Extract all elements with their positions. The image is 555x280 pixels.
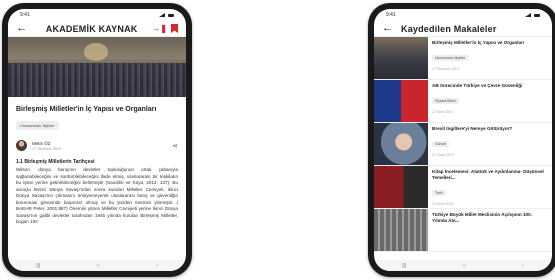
un-emblem-graphic: [84, 43, 108, 61]
bookmark-icon[interactable]: [171, 24, 178, 33]
appbar-actions: →❚: [152, 24, 178, 33]
status-bar: 9:41: [8, 9, 186, 21]
recent-apps-button[interactable]: |||: [402, 263, 406, 269]
category-tag[interactable]: Uluslararası İlişkiler: [16, 121, 59, 131]
status-time: 9:41: [386, 12, 396, 18]
battery-icon: [168, 13, 174, 17]
list-item[interactable]: Brexit İngiltere'yi Nereye Götürüyor? Gü…: [374, 123, 552, 166]
system-back-button[interactable]: ‹: [156, 263, 158, 269]
card-tag: Güncel: [432, 140, 450, 147]
section-heading: 1.1 Birleşmiş Milletlerin Tarihçesi: [16, 159, 95, 166]
battery-icon: [534, 13, 540, 17]
app-title: Kaydedilen Makaleler: [401, 23, 497, 34]
card-body: Türkiye Büyük Millet Meclisinin Açılışın…: [428, 209, 552, 251]
list-item[interactable]: Birleşmiş Milletler'in İç Yapısı ve Orga…: [374, 37, 552, 80]
phone-saved: 9:41 ← Kaydedilen Makaleler Birleşmiş Mi…: [368, 3, 555, 277]
list-item[interactable]: Türkiye Büyük Millet Meclisinin Açılışın…: [374, 209, 552, 252]
card-date: 27 Ocak 2019: [432, 152, 454, 157]
status-icons: [159, 13, 174, 17]
card-title: Birleşmiş Milletler'in İç Yapısı ve Orga…: [432, 40, 525, 45]
card-tag: Siyasal Bilimi: [432, 97, 459, 104]
signal-icon: [159, 13, 165, 17]
article-thumbnail: [374, 80, 428, 122]
card-title: Brexit İngiltere'yi Nereye Götürüyor?: [432, 126, 513, 131]
article-body: Wilson, dünya barışının devletler toplul…: [16, 167, 178, 225]
system-back-button[interactable]: ‹: [522, 263, 524, 269]
card-body: Kitap İncelemesi: Atatürk ve Aydınlanma-…: [428, 166, 552, 208]
recent-apps-button[interactable]: |||: [36, 263, 40, 269]
list-item[interactable]: AB Sürecinde Türkiye ve Çevre Güvenliği …: [374, 80, 552, 123]
author-meta: Metin ÖZ 17 Temmuz 2019: [32, 141, 167, 151]
card-date: 17 Temmuz 2019: [432, 66, 459, 71]
app-title: AKADEMİK KAYNAK: [45, 23, 138, 34]
card-title: Türkiye Büyük Millet Meclisinin Açılışın…: [432, 212, 532, 223]
card-body: Birleşmiş Milletler'in İç Yapısı ve Orga…: [428, 37, 552, 79]
exit-icon[interactable]: →❚: [152, 24, 167, 33]
back-arrow-icon[interactable]: ←: [16, 23, 27, 34]
author-avatar[interactable]: [16, 140, 27, 152]
app-bar: ← Kaydedilen Makaleler: [374, 21, 552, 37]
signal-icon: [525, 13, 531, 17]
saved-list: Birleşmiş Milletler'in İç Yapısı ve Orga…: [374, 37, 552, 252]
status-bar: 9:41: [374, 9, 552, 21]
article-thumbnail: [374, 209, 428, 251]
card-title: Kitap İncelemesi: Atatürk ve Aydınlanma-…: [432, 169, 544, 180]
home-button[interactable]: ○: [463, 263, 466, 269]
author-name[interactable]: Metin ÖZ: [32, 141, 167, 146]
article-title: Birleşmiş Milletler'in İç Yapısı ve Orga…: [16, 106, 157, 113]
system-nav-bar: ||| ○ ‹: [8, 260, 186, 271]
home-button[interactable]: ○: [97, 263, 100, 269]
card-tag: Tarih: [432, 189, 446, 196]
card-body: AB Sürecinde Türkiye ve Çevre Güvenliği …: [428, 80, 552, 122]
article-thumbnail: [374, 123, 428, 165]
list-item[interactable]: Kitap İncelemesi: Atatürk ve Aydınlanma-…: [374, 166, 552, 209]
article-hero-image: [8, 37, 186, 97]
back-arrow-icon[interactable]: ←: [382, 23, 393, 34]
saved-screen: 9:41 ← Kaydedilen Makaleler Birleşmiş Mi…: [374, 9, 552, 271]
card-tag: Uluslararası İlişkiler: [432, 54, 469, 61]
stage: 9:41 ← AKADEMİK KAYNAK →❚ Birleşmiş Mill…: [0, 0, 555, 280]
article-screen: 9:41 ← AKADEMİK KAYNAK →❚ Birleşmiş Mill…: [8, 9, 186, 271]
card-title: AB Sürecinde Türkiye ve Çevre Güvenliği: [432, 83, 523, 88]
author-row: Metin ÖZ 17 Temmuz 2019 ⋖: [16, 140, 178, 152]
share-icon[interactable]: ⋖: [172, 142, 178, 150]
phone-article: 9:41 ← AKADEMİK KAYNAK →❚ Birleşmiş Mill…: [2, 3, 192, 277]
status-icons: [525, 13, 540, 17]
app-bar: ← AKADEMİK KAYNAK →❚: [8, 21, 186, 37]
assembly-hall-graphic: [8, 63, 186, 97]
status-time: 9:41: [20, 12, 30, 18]
article-thumbnail: [374, 37, 428, 79]
card-body: Brexit İngiltere'yi Nereye Götürüyor? Gü…: [428, 123, 552, 165]
system-nav-bar: ||| ○ ‹: [374, 260, 552, 271]
article-content: Birleşmiş Milletler'in İç Yapısı ve Orga…: [8, 97, 186, 226]
article-thumbnail: [374, 166, 428, 208]
card-date: 29 Ekim 2018: [432, 201, 454, 206]
article-date: 17 Temmuz 2019: [32, 146, 62, 151]
card-date: 22 Mart 2019: [432, 109, 453, 114]
